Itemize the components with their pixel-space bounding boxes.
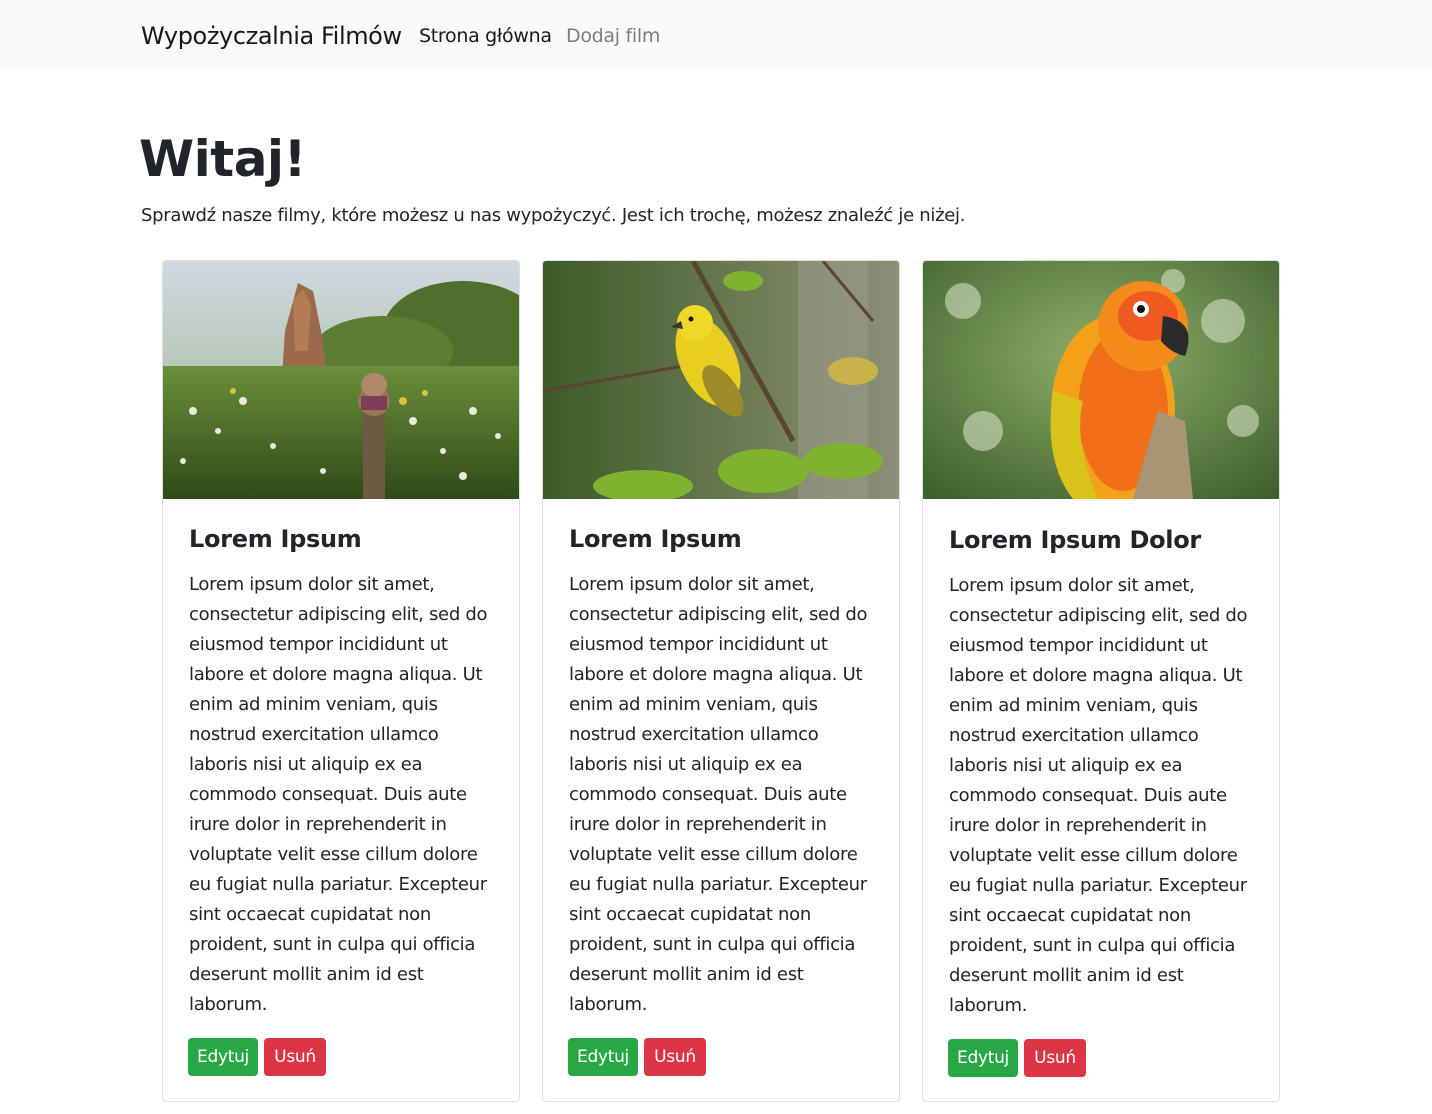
delete-button[interactable]: Usuń [644, 1038, 706, 1076]
edit-button[interactable]: Edytuj [568, 1038, 638, 1076]
card-image-yellow-bird [543, 261, 899, 499]
card-title: Lorem Ipsum [569, 525, 742, 553]
movie-card: Lorem Ipsum Lorem ipsum dolor sit amet, … [162, 260, 520, 1102]
navbar: Wypożyczalnia Filmów Strona główna Dodaj… [0, 0, 1432, 69]
lead-text: Sprawdź nasze filmy, które możesz u nas … [141, 205, 966, 226]
card-text: Lorem ipsum dolor sit amet, consectetur … [569, 574, 868, 1015]
card-title: Lorem Ipsum [189, 525, 362, 553]
card-image-orange-parrot [923, 261, 1279, 499]
delete-button[interactable]: Usuń [264, 1038, 326, 1076]
nav-link-home[interactable]: Strona główna [419, 23, 552, 49]
page-title: Witaj! [139, 130, 306, 188]
card-image-meadow [163, 261, 519, 499]
card-title: Lorem Ipsum Dolor [949, 526, 1201, 554]
edit-button[interactable]: Edytuj [948, 1039, 1018, 1077]
delete-button[interactable]: Usuń [1024, 1039, 1086, 1077]
edit-button[interactable]: Edytuj [188, 1038, 258, 1076]
card-text: Lorem ipsum dolor sit amet, consectetur … [949, 575, 1248, 1016]
navbar-brand[interactable]: Wypożyczalnia Filmów [141, 20, 402, 52]
movie-card: Lorem Ipsum Dolor Lorem ipsum dolor sit … [922, 260, 1280, 1102]
card-text: Lorem ipsum dolor sit amet, consectetur … [189, 574, 488, 1015]
movie-card: Lorem Ipsum Lorem ipsum dolor sit amet, … [542, 260, 900, 1102]
nav-link-add-movie[interactable]: Dodaj film [566, 23, 660, 49]
